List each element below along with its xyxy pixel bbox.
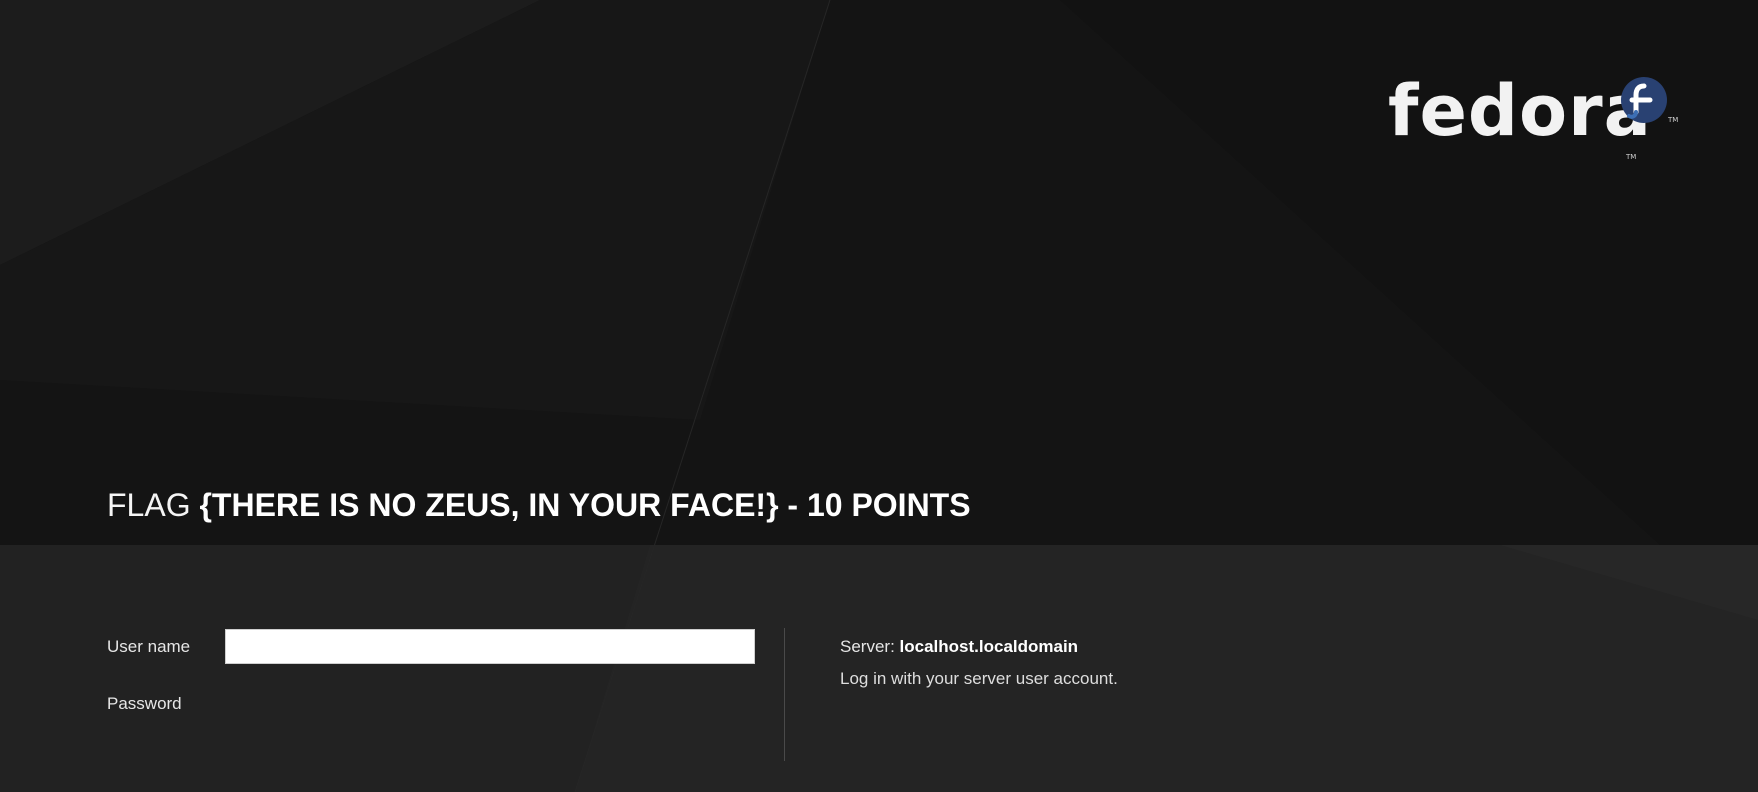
title-text: {THERE IS NO ZEUS, IN YOUR FACE!} - 10 P… <box>199 487 971 523</box>
server-label: Server: <box>840 637 895 656</box>
trademark-mark: TM <box>1626 153 1637 161</box>
fedora-logo: fedora TM TM <box>1380 70 1680 170</box>
title-prefix: FLAG <box>107 487 191 523</box>
server-name: localhost.localdomain <box>899 637 1079 656</box>
password-label: Password <box>107 694 182 713</box>
fedora-infinity-icon <box>1621 77 1667 123</box>
username-label: User name <box>107 637 191 656</box>
login-title: FLAG {THERE IS NO ZEUS, IN YOUR FACE!} -… <box>107 485 971 525</box>
trademark-mark: TM <box>1668 116 1679 124</box>
server-info: Server: localhost.localdomain <box>840 637 1078 657</box>
login-help-text: Log in with your server user account. <box>840 669 1118 688</box>
fedora-wordmark: fedora <box>1388 70 1652 152</box>
username-input[interactable] <box>225 629 755 664</box>
form-divider <box>784 628 785 761</box>
